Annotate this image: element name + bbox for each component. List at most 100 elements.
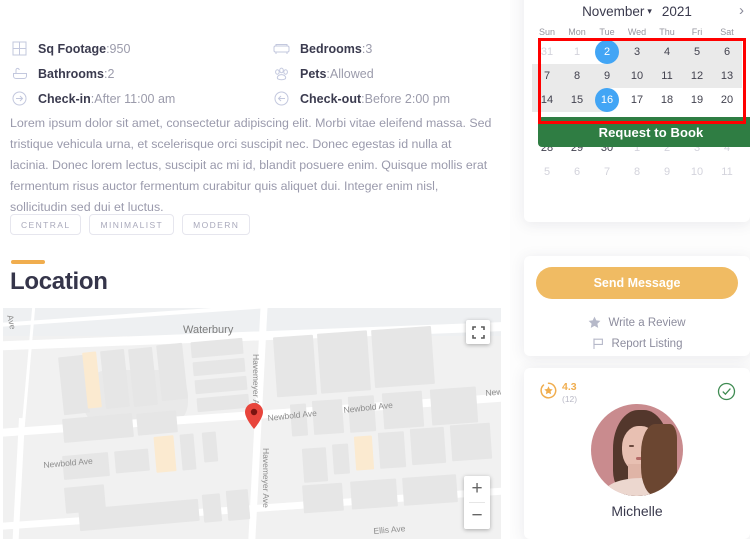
map-building xyxy=(202,431,219,462)
calendar-day-11[interactable]: 11 xyxy=(652,64,682,88)
fact-check-out: Check-out: Before 2:00 pm xyxy=(272,86,500,111)
calendar-day-2[interactable]: 2 xyxy=(592,40,622,64)
map-building-highlight xyxy=(153,435,176,473)
host-name: Michelle xyxy=(524,503,750,519)
calendar-day-10[interactable]: 10 xyxy=(622,64,652,88)
calendar-week-row: 14151617181920 xyxy=(532,88,742,112)
calendar-grid: Sun Mon Tue Wed Thu Fri Sat 311234567891… xyxy=(524,22,750,190)
calendar-day-6: 6 xyxy=(562,160,592,184)
fact-value: After 11:00 am xyxy=(94,92,175,106)
map-building xyxy=(371,326,435,388)
calendar-day-8: 8 xyxy=(622,160,652,184)
host-rating-value: 4.3 xyxy=(562,382,577,392)
host-rating: 4.3 (12) xyxy=(540,382,577,404)
map-building xyxy=(302,483,344,514)
calendar-next-month-button[interactable]: › xyxy=(739,1,744,21)
map-building-highlight xyxy=(354,435,374,470)
section-accent-bar xyxy=(11,260,45,264)
calendar-year-label[interactable]: 2021 xyxy=(662,4,692,19)
calendar-day-18[interactable]: 18 xyxy=(652,88,682,112)
calendar-day-6[interactable]: 6 xyxy=(712,40,742,64)
calendar-day-12[interactable]: 12 xyxy=(682,64,712,88)
fact-value: 2 xyxy=(107,67,114,81)
map-building xyxy=(136,410,178,435)
calendar-day-17[interactable]: 17 xyxy=(622,88,652,112)
calendar-day-3[interactable]: 3 xyxy=(622,40,652,64)
fact-label: Sq Footage xyxy=(38,42,106,56)
calendar-day-1: 1 xyxy=(562,40,592,64)
fullscreen-icon[interactable] xyxy=(466,320,490,344)
weekday-mon: Mon xyxy=(562,25,592,40)
avatar[interactable] xyxy=(591,404,683,496)
map-building xyxy=(179,433,196,470)
avatar-hair-side xyxy=(641,424,677,496)
map-building xyxy=(114,449,150,474)
calendar-day-4[interactable]: 4 xyxy=(652,40,682,64)
calendar-day-7[interactable]: 7 xyxy=(532,64,562,88)
calendar-day-20[interactable]: 20 xyxy=(712,88,742,112)
host-rating-count: (12) xyxy=(562,394,577,404)
avatar-eye xyxy=(629,445,634,447)
tag-modern[interactable]: MODERN xyxy=(182,214,250,235)
calendar-week-row: 78910111213 xyxy=(532,64,742,88)
weekday-sun: Sun xyxy=(532,25,562,40)
report-listing-link[interactable]: Report Listing xyxy=(524,337,750,350)
request-to-book-button[interactable]: Request to Book xyxy=(538,117,750,147)
star-badge-icon xyxy=(540,382,557,404)
calendar-day-19[interactable]: 19 xyxy=(682,88,712,112)
fact-value: 3 xyxy=(365,42,372,56)
map-street-label: New xyxy=(485,387,501,398)
calendar-day-9[interactable]: 9 xyxy=(592,64,622,88)
calendar-day-5[interactable]: 5 xyxy=(682,40,712,64)
check-out-icon xyxy=(272,89,291,108)
fact-check-in: Check-in: After 11:00 am xyxy=(10,86,272,111)
tag-minimalist[interactable]: MINIMALIST xyxy=(89,214,174,235)
calendar-day-11: 11 xyxy=(712,160,742,184)
calendar-day-16[interactable]: 16 xyxy=(592,88,622,112)
paw-icon xyxy=(272,64,291,83)
calendar-month-label[interactable]: November xyxy=(582,4,644,19)
calendar-week-row: 31123456 xyxy=(532,40,742,64)
zoom-in-button[interactable]: + xyxy=(464,476,490,502)
map-building xyxy=(410,427,446,465)
booking-sidebar: ‹ November ▾ 2021 › Sun Mon Tue Wed Thu … xyxy=(510,0,750,539)
map-building xyxy=(378,431,406,469)
map-street-label: Waterbury xyxy=(183,324,233,336)
calendar-header: ‹ November ▾ 2021 › xyxy=(524,0,750,22)
weekday-fri: Fri xyxy=(682,25,712,40)
chevron-down-icon[interactable]: ▾ xyxy=(647,6,652,17)
map-zoom-controls[interactable]: + − xyxy=(464,476,490,529)
fact-label: Bedrooms xyxy=(300,42,362,56)
calendar-weeks: 3112345678910111213141516171819202122232… xyxy=(532,40,742,184)
weekday-thu: Thu xyxy=(652,25,682,40)
calendar-day-15[interactable]: 15 xyxy=(562,88,592,112)
send-message-button[interactable]: Send Message xyxy=(536,267,738,299)
listing-tags: CENTRAL MINIMALIST MODERN xyxy=(10,214,250,235)
fact-label: Check-in xyxy=(38,92,91,106)
calendar-week-row: 567891011 xyxy=(532,160,742,184)
zoom-out-button[interactable]: − xyxy=(464,503,490,529)
listing-main-column: Sq Footage: 950 Bedrooms: 3 xyxy=(0,0,510,539)
fact-label: Bathrooms xyxy=(38,67,104,81)
fact-value: Allowed xyxy=(330,67,374,81)
calendar-day-13[interactable]: 13 xyxy=(712,64,742,88)
facts-row: Bathrooms: 2 Pets: Allowed xyxy=(10,61,500,86)
sq-footage-icon xyxy=(10,39,29,58)
calendar-day-7: 7 xyxy=(592,160,622,184)
calendar-day-9: 9 xyxy=(652,160,682,184)
write-a-review-label: Write a Review xyxy=(608,317,685,329)
listing-facts: Sq Footage: 950 Bedrooms: 3 xyxy=(10,36,500,111)
calendar-day-10: 10 xyxy=(682,160,712,184)
write-a-review-link[interactable]: Write a Review xyxy=(524,316,750,329)
listing-description: Lorem ipsum dolor sit amet, consectetur … xyxy=(10,113,492,218)
tag-central[interactable]: CENTRAL xyxy=(10,214,81,235)
calendar-day-14[interactable]: 14 xyxy=(532,88,562,112)
bathtub-icon xyxy=(10,64,29,83)
fact-label: Check-out xyxy=(300,92,361,106)
map-marker-pin[interactable] xyxy=(245,403,263,429)
fact-bathrooms: Bathrooms: 2 xyxy=(10,61,272,86)
map-street-label: Havemeyer Ave xyxy=(261,448,271,508)
calendar-day-31: 31 xyxy=(532,40,562,64)
calendar-day-8[interactable]: 8 xyxy=(562,64,592,88)
facts-row: Sq Footage: 950 Bedrooms: 3 xyxy=(10,36,500,61)
